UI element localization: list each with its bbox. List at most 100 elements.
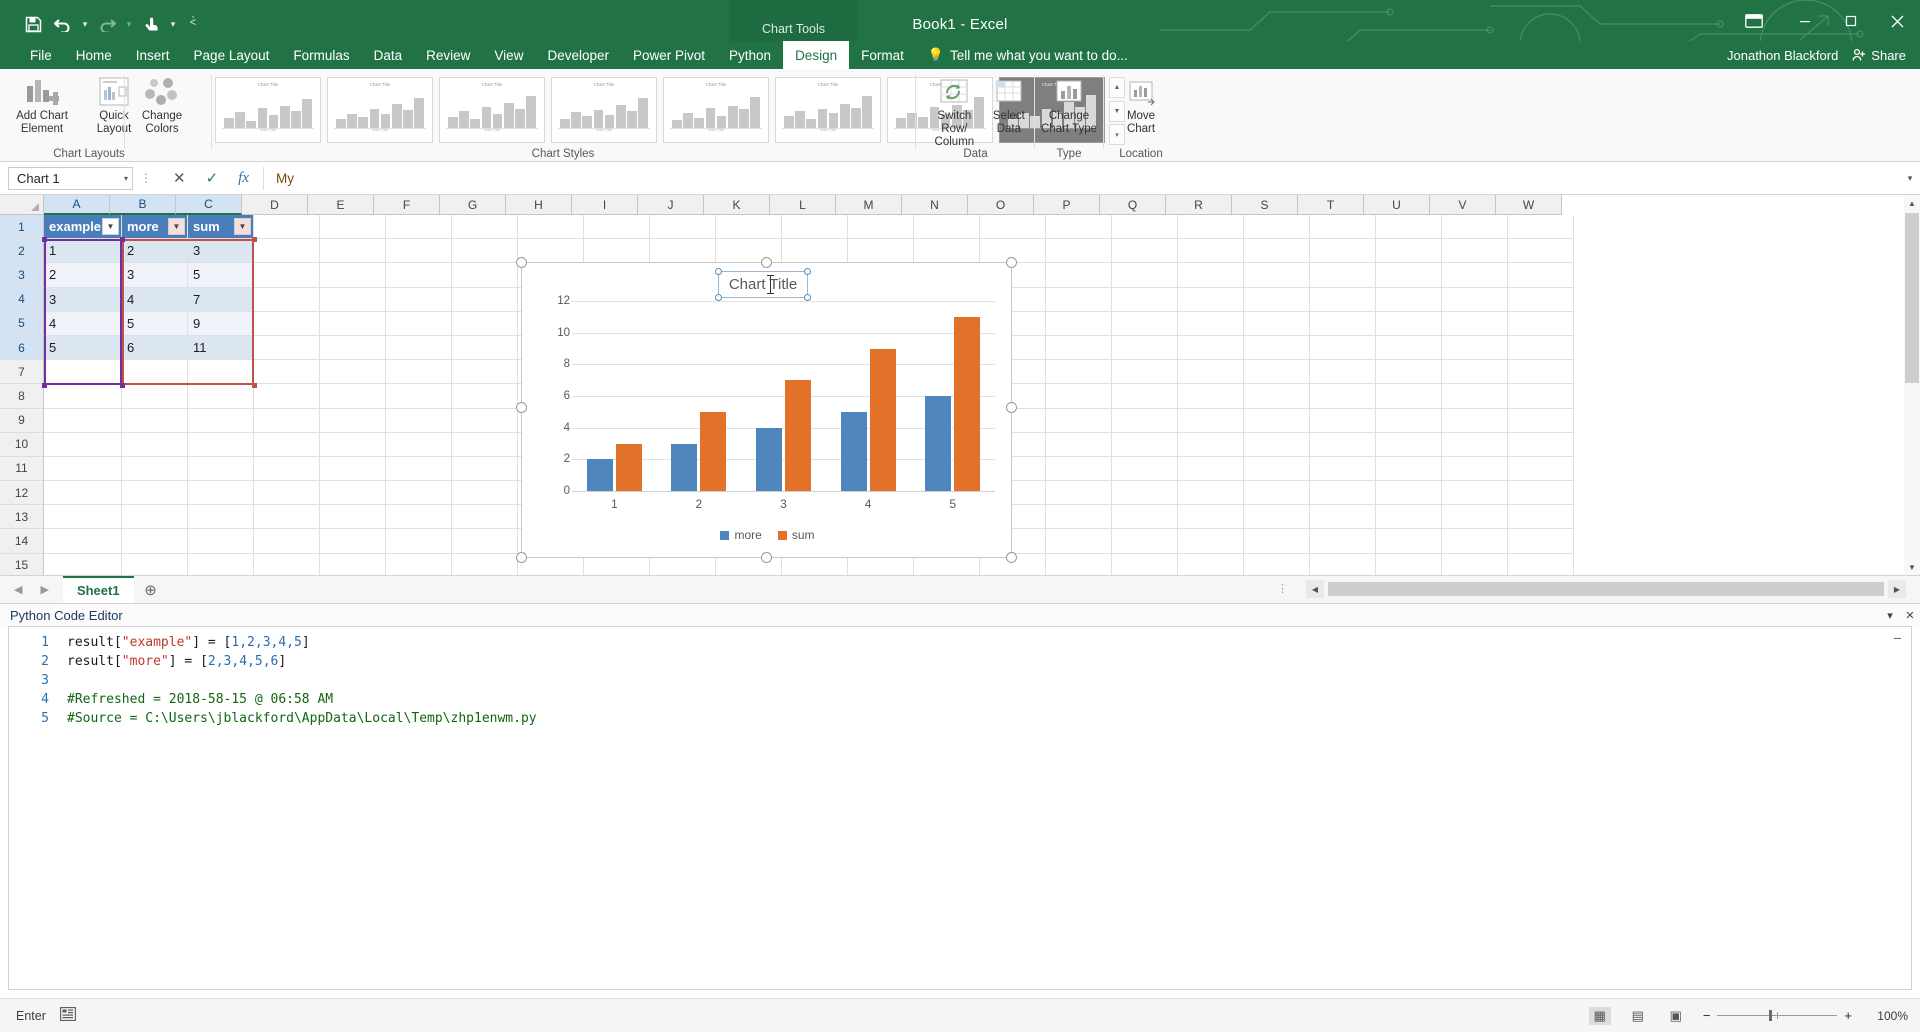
column-header-P[interactable]: P	[1034, 195, 1100, 215]
cell-G3[interactable]	[452, 263, 518, 287]
switch-row-column-button[interactable]: Switch Row/ Column	[924, 69, 985, 150]
cell-S2[interactable]	[1244, 239, 1310, 263]
previous-sheet-icon[interactable]: ◀	[14, 583, 22, 596]
tab-design[interactable]: Design	[783, 41, 849, 69]
cell-A10[interactable]	[44, 433, 122, 457]
chart-style-thumb-1[interactable]: Chart Title Axis Title	[215, 77, 321, 143]
row-header-9[interactable]: 9	[0, 409, 44, 433]
cell-R5[interactable]	[1178, 312, 1244, 336]
zoom-level-label[interactable]: 100%	[1868, 1009, 1908, 1023]
chart-handle-top-left[interactable]	[516, 257, 527, 268]
cell-N1[interactable]	[914, 215, 980, 239]
cell-R7[interactable]	[1178, 360, 1244, 384]
cell-F8[interactable]	[386, 384, 452, 408]
cell-G1[interactable]	[452, 215, 518, 239]
cell-W2[interactable]	[1508, 239, 1574, 263]
cell-V8[interactable]	[1442, 384, 1508, 408]
cell-V11[interactable]	[1442, 457, 1508, 481]
cell-P8[interactable]	[1046, 384, 1112, 408]
tab-developer[interactable]: Developer	[535, 41, 621, 69]
cell-E14[interactable]	[320, 529, 386, 553]
cell-T8[interactable]	[1310, 384, 1376, 408]
cell-U3[interactable]	[1376, 263, 1442, 287]
cell-R8[interactable]	[1178, 384, 1244, 408]
vertical-scroll-thumb[interactable]	[1905, 213, 1919, 383]
tell-me-box[interactable]: 💡 Tell me what you want to do...	[916, 41, 1140, 69]
cell-A11[interactable]	[44, 457, 122, 481]
column-header-E[interactable]: E	[308, 195, 374, 215]
cell-F3[interactable]	[386, 263, 452, 287]
share-button[interactable]: Share	[1852, 48, 1906, 63]
cell-D8[interactable]	[254, 384, 320, 408]
cell-R1[interactable]	[1178, 215, 1244, 239]
tab-formulas[interactable]: Formulas	[281, 41, 361, 69]
column-header-J[interactable]: J	[638, 195, 704, 215]
cell-T2[interactable]	[1310, 239, 1376, 263]
cell-P14[interactable]	[1046, 529, 1112, 553]
add-sheet-icon[interactable]: ⊕	[134, 581, 168, 599]
cell-P7[interactable]	[1046, 360, 1112, 384]
cell-V5[interactable]	[1442, 312, 1508, 336]
cell-J2[interactable]	[650, 239, 716, 263]
cell-G8[interactable]	[452, 384, 518, 408]
cell-A1[interactable]: example ▼	[44, 215, 122, 239]
cell-C12[interactable]	[188, 481, 254, 505]
cell-F4[interactable]	[386, 288, 452, 312]
cell-D14[interactable]	[254, 529, 320, 553]
cell-S14[interactable]	[1244, 529, 1310, 553]
cell-V13[interactable]	[1442, 505, 1508, 529]
cell-U1[interactable]	[1376, 215, 1442, 239]
cell-E2[interactable]	[320, 239, 386, 263]
scroll-right-icon[interactable]: ▶	[1888, 580, 1906, 598]
cell-C5[interactable]: 9	[188, 312, 254, 336]
cell-N2[interactable]	[914, 239, 980, 263]
filter-icon-more[interactable]: ▼	[168, 218, 185, 235]
cell-W14[interactable]	[1508, 529, 1574, 553]
cell-R13[interactable]	[1178, 505, 1244, 529]
title-handle-br[interactable]	[804, 294, 811, 301]
tab-page-layout[interactable]: Page Layout	[182, 41, 282, 69]
cell-F2[interactable]	[386, 239, 452, 263]
cell-Q3[interactable]	[1112, 263, 1178, 287]
cell-B2[interactable]: 2	[122, 239, 188, 263]
scroll-up-icon[interactable]: ▲	[1904, 195, 1920, 211]
cell-S3[interactable]	[1244, 263, 1310, 287]
bar-more-1[interactable]	[587, 459, 613, 491]
cell-R14[interactable]	[1178, 529, 1244, 553]
bar-more-4[interactable]	[841, 412, 867, 491]
cell-W11[interactable]	[1508, 457, 1574, 481]
column-header-K[interactable]: K	[704, 195, 770, 215]
tab-view[interactable]: View	[482, 41, 535, 69]
cell-Q12[interactable]	[1112, 481, 1178, 505]
cell-T5[interactable]	[1310, 312, 1376, 336]
cell-S13[interactable]	[1244, 505, 1310, 529]
cell-A8[interactable]	[44, 384, 122, 408]
chart-style-thumb-6[interactable]: Chart Title Axis Title	[775, 77, 881, 143]
cell-C3[interactable]: 5	[188, 263, 254, 287]
cell-U6[interactable]	[1376, 336, 1442, 360]
tab-python[interactable]: Python	[717, 41, 783, 69]
cell-E10[interactable]	[320, 433, 386, 457]
scroll-left-icon[interactable]: ◀	[1306, 580, 1324, 598]
cell-R9[interactable]	[1178, 409, 1244, 433]
cell-T4[interactable]	[1310, 288, 1376, 312]
cell-D10[interactable]	[254, 433, 320, 457]
chart-object[interactable]: Chart Title 0 2 4 6 8 10 12	[521, 262, 1012, 558]
customize-qat-icon[interactable]: ⩻	[186, 7, 200, 41]
cell-V3[interactable]	[1442, 263, 1508, 287]
cell-Q14[interactable]	[1112, 529, 1178, 553]
cell-R4[interactable]	[1178, 288, 1244, 312]
cell-D1[interactable]	[254, 215, 320, 239]
cell-B8[interactable]	[122, 384, 188, 408]
column-header-N[interactable]: N	[902, 195, 968, 215]
name-box-dropdown-icon[interactable]: ▾	[124, 174, 128, 183]
user-name-label[interactable]: Jonathon Blackford	[1727, 48, 1838, 63]
row-header-3[interactable]: 3	[0, 263, 44, 287]
cell-Q2[interactable]	[1112, 239, 1178, 263]
bar-sum-3[interactable]	[785, 380, 811, 491]
cell-G14[interactable]	[452, 529, 518, 553]
cell-B9[interactable]	[122, 409, 188, 433]
cell-Q6[interactable]	[1112, 336, 1178, 360]
cell-D11[interactable]	[254, 457, 320, 481]
code-collapse-icon[interactable]: —	[1894, 631, 1901, 645]
